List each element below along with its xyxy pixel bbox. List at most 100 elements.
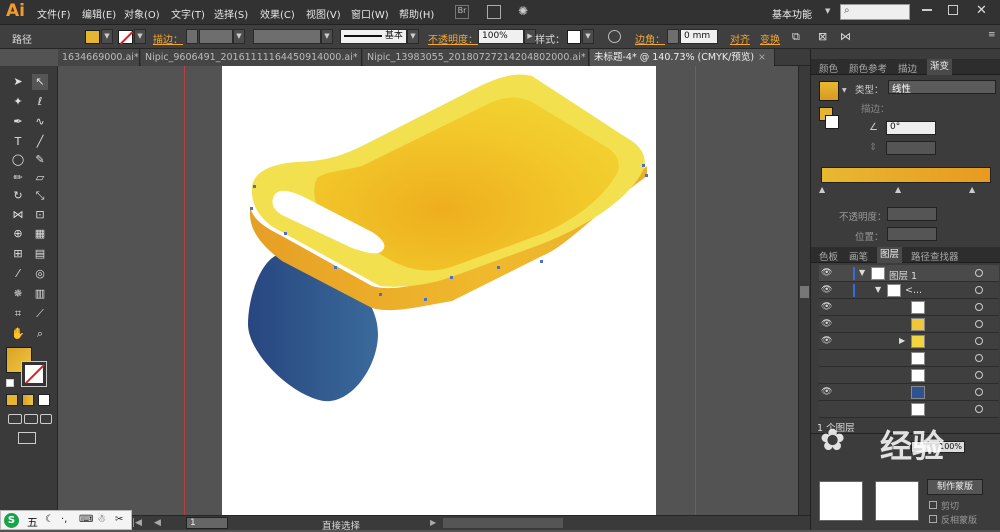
doc-tab-2[interactable]: Nipic_9606491_20161111164450914000.ai*× (141, 49, 362, 66)
target-icon[interactable] (975, 354, 983, 362)
menu-help[interactable]: 帮助(H) (399, 6, 434, 21)
stroke-weight-stepper[interactable] (186, 29, 198, 44)
perspective-grid-tool-icon[interactable]: ▦ (32, 226, 48, 242)
slice-tool-icon[interactable]: ⟋ (32, 306, 48, 322)
paintbrush-tool-icon[interactable]: ✎ (32, 152, 48, 168)
opacity-label[interactable]: 不透明度： (428, 31, 478, 46)
shape-builder-tool-icon[interactable]: ⊕ (10, 226, 26, 242)
skin-icon[interactable]: ☃ (97, 514, 106, 525)
aspect-ratio-input[interactable] (886, 141, 936, 155)
color-stop-right[interactable]: ▲ (969, 185, 975, 194)
invert-mask-checkbox[interactable] (929, 515, 937, 523)
tab-pathfinder[interactable]: 路径查找器 (911, 249, 959, 263)
profile-dropdown[interactable]: ▼ (321, 29, 333, 44)
anchor-point[interactable] (379, 293, 382, 296)
keyboard-icon[interactable]: ⌨ (79, 514, 93, 525)
type-tool-icon[interactable]: T (10, 134, 26, 150)
fill-dropdown[interactable]: ▼ (101, 29, 113, 44)
line-tool-icon[interactable]: ╱ (32, 134, 48, 150)
layer-row[interactable]: 👁 (819, 316, 999, 333)
scrollbar-thumb[interactable] (800, 286, 809, 298)
tab-color-guide[interactable]: 颜色参考 (849, 61, 887, 75)
tab-gradient[interactable]: 渐变 (927, 59, 952, 75)
pencil-tool-icon[interactable]: ✏ (10, 170, 26, 186)
eye-icon[interactable]: 👁 (821, 387, 832, 397)
prev-artboard-icon[interactable]: ◀ (154, 518, 161, 528)
workspace-switcher[interactable]: 基本功能 (772, 6, 812, 21)
color-stop-mid[interactable]: ▲ (895, 185, 901, 194)
graphic-style-swatch[interactable] (567, 30, 581, 44)
doc-tab-3[interactable]: Nipic_13983055_20180727214204802000.ai*× (363, 49, 589, 66)
zoom-tool-icon[interactable]: ⌕ (32, 326, 48, 342)
rotate-tool-icon[interactable]: ↻ (10, 188, 26, 204)
eye-icon[interactable]: 👁 (821, 336, 832, 346)
layer-row[interactable]: 👁 (819, 384, 999, 401)
shape-mode-icon[interactable]: ⊠ (818, 30, 827, 43)
gradient-type-select[interactable]: 线性 (888, 80, 996, 94)
tools-icon[interactable]: ✂ (115, 514, 123, 525)
gradient-opacity-input[interactable] (887, 207, 937, 221)
corner-input[interactable]: 0 mm (680, 29, 718, 44)
magic-wand-tool-icon[interactable]: ✦ (10, 94, 26, 110)
path-options-icon[interactable]: ⋈ (840, 30, 851, 43)
gradient-slider[interactable] (821, 167, 991, 183)
menu-type[interactable]: 文字(T) (171, 6, 205, 21)
anchor-point[interactable] (250, 207, 253, 210)
first-artboard-icon[interactable]: |◀ (132, 518, 142, 528)
status-menu-icon[interactable]: ▶ (430, 518, 436, 527)
eyedropper-tool-icon[interactable]: ⁄ (10, 266, 26, 282)
chevron-down-icon[interactable]: ▼ (825, 7, 830, 15)
gradient-preview-swatch[interactable] (819, 81, 839, 101)
menu-window[interactable]: 窗口(W) (351, 6, 389, 21)
brush-definition[interactable]: 基本 (340, 29, 407, 44)
gradient-mode-icon[interactable] (22, 394, 34, 406)
draw-inside-icon[interactable] (40, 414, 52, 424)
maximize-icon[interactable] (948, 5, 958, 15)
angle-input[interactable]: 0° (886, 121, 936, 135)
corner-stepper[interactable] (667, 29, 679, 44)
menu-file[interactable]: 文件(F) (37, 6, 71, 21)
blend-tool-icon[interactable]: ◎ (32, 266, 48, 282)
layer-row-group[interactable]: 👁 ▼ <... (819, 282, 999, 299)
clip-checkbox[interactable] (929, 501, 937, 509)
color-stop-left[interactable]: ▲ (819, 185, 825, 194)
lasso-tool-icon[interactable]: ℓ (32, 94, 48, 110)
eraser-tool-icon[interactable]: ▱ (32, 170, 48, 186)
tab-swatches[interactable]: 色板 (819, 249, 838, 263)
doc-tab-1[interactable]: 1634669000.ai*× (58, 49, 140, 66)
punctuation-icon[interactable]: ·, (61, 514, 67, 525)
layer-name[interactable]: <... (905, 285, 922, 296)
artwork[interactable] (222, 66, 656, 515)
horizontal-scrollbar[interactable] (443, 518, 563, 528)
anchor-point[interactable] (642, 164, 645, 167)
anchor-point[interactable] (334, 266, 337, 269)
tab-color[interactable]: 颜色 (819, 61, 838, 75)
layer-row[interactable]: 👁 (819, 299, 999, 316)
ime-mode-label[interactable]: 五 (27, 514, 38, 530)
target-icon[interactable] (975, 371, 983, 379)
panel-menu-icon[interactable]: ≡ (988, 30, 996, 40)
target-icon[interactable] (975, 269, 983, 277)
stroke-color-swatch[interactable] (22, 362, 46, 386)
mesh-tool-icon[interactable]: ⊞ (10, 246, 26, 262)
draw-normal-icon[interactable] (8, 414, 22, 424)
ime-logo-icon[interactable]: S (4, 513, 19, 528)
gradient-tool-icon[interactable]: ▤ (32, 246, 48, 262)
anchor-point[interactable] (540, 260, 543, 263)
scale-tool-icon[interactable]: ⤡ (32, 188, 48, 204)
target-icon[interactable] (975, 337, 983, 345)
corner-label[interactable]: 边角： (635, 31, 665, 46)
doc-tab-active[interactable]: 未标题-4* @ 140.73% (CMYK/预览)× (590, 49, 775, 66)
gradient-position-input[interactable] (887, 227, 937, 241)
menu-effect[interactable]: 效果(C) (260, 6, 295, 21)
free-transform-tool-icon[interactable]: ⊡ (32, 207, 48, 223)
gradient-stroke-swatch[interactable] (825, 115, 839, 129)
eye-icon[interactable]: 👁 (821, 268, 832, 278)
artboard-tool-icon[interactable]: ⌗ (10, 306, 26, 322)
stroke-none-swatch[interactable] (118, 30, 133, 44)
symbol-sprayer-tool-icon[interactable]: ✵ (10, 286, 26, 302)
tab-brushes[interactable]: 画笔 (849, 249, 868, 263)
direct-selection-tool-icon[interactable]: ↖ (32, 74, 48, 90)
none-mode-icon[interactable] (38, 394, 50, 406)
isolate-icon[interactable]: ⧉ (792, 30, 800, 44)
